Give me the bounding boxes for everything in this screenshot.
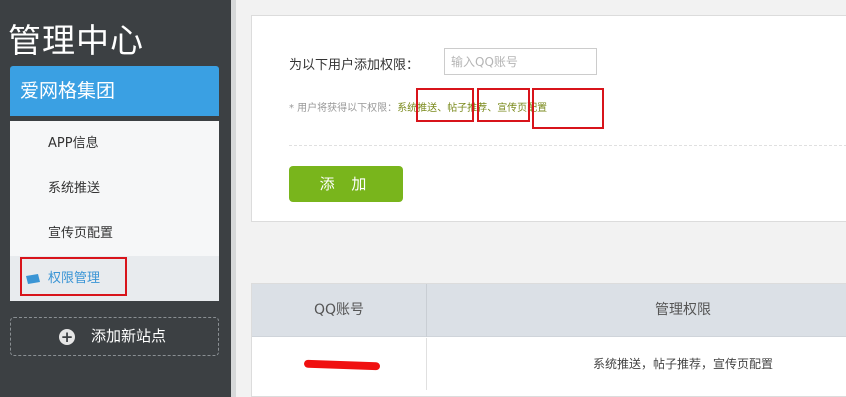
sidebar-item-label: 系统推送	[48, 181, 101, 196]
flag-icon	[26, 274, 40, 284]
sidebar-divider	[231, 0, 236, 397]
add-user-label: 为以下用户添加权限：	[289, 58, 420, 73]
permission-separator: 、	[487, 103, 498, 114]
group-header[interactable]: 爱网格集团	[10, 66, 219, 116]
permissions-cell: 系统推送，帖子推荐，宣传页配置	[592, 357, 773, 371]
table-row: 系统推送，帖子推荐，宣传页配置	[252, 338, 846, 390]
column-header-qq: QQ账号	[252, 284, 427, 337]
add-site-button[interactable]: + 添加新站点	[10, 317, 219, 356]
sidebar-item-app-info[interactable]: APP信息	[10, 121, 219, 166]
add-permission-form: 为以下用户添加权限： * 用户将获得以下权限：系统推送、帖子推荐、宣传页配置 添…	[251, 15, 846, 222]
table-header-row: QQ账号 管理权限	[252, 284, 846, 337]
permission-notice-prefix: * 用户将获得以下权限：	[289, 103, 398, 114]
add-button[interactable]: 添 加	[289, 166, 403, 202]
permission-system-push[interactable]: 系统推送	[397, 103, 437, 114]
permission-notice: * 用户将获得以下权限：系统推送、帖子推荐、宣传页配置	[289, 99, 547, 114]
permission-separator: 、	[437, 103, 448, 114]
qq-account-input[interactable]	[444, 48, 597, 75]
admin-center-title: 管理中心	[8, 21, 144, 60]
plus-circle-icon: +	[59, 328, 75, 346]
permission-post-recommend[interactable]: 帖子推荐	[447, 103, 487, 114]
add-site-label: 添加新站点	[91, 327, 167, 345]
sidebar-item-permission-management[interactable]: 权限管理	[10, 256, 219, 301]
qq-account-cell	[252, 338, 427, 390]
permissions-table: QQ账号 管理权限 系统推送，帖子推荐，宣传页配置	[251, 283, 846, 397]
permission-promo-page-config[interactable]: 宣传页配置	[497, 103, 547, 114]
sidebar-item-label: 宣传页配置	[48, 226, 114, 241]
sidebar-item-system-push[interactable]: 系统推送	[10, 166, 219, 211]
sidebar: 管理中心 爱网格集团 APP信息 系统推送 宣传页配置 权限管理 + 添加新站点	[0, 0, 231, 397]
form-divider	[289, 145, 846, 146]
redaction-mark	[303, 359, 381, 371]
sidebar-item-promo-page-config[interactable]: 宣传页配置	[10, 211, 219, 256]
sidebar-item-label: APP信息	[48, 136, 99, 151]
sidebar-item-label: 权限管理	[48, 271, 101, 286]
column-header-permissions: 管理权限	[655, 302, 711, 318]
sidebar-menu: APP信息 系统推送 宣传页配置 权限管理	[10, 121, 219, 301]
